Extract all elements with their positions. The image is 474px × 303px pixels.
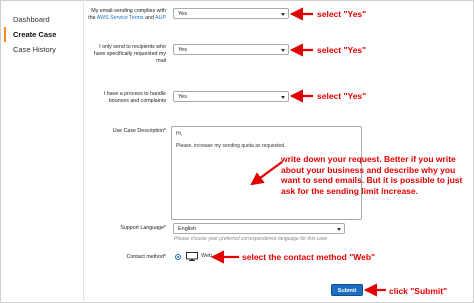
aup-link[interactable]: AUP <box>155 15 166 21</box>
only-send-select-value: Yes <box>178 47 187 53</box>
annotation-write-request: write down your request. Better if you w… <box>281 154 463 196</box>
support-language-label: Support Language* <box>120 225 166 231</box>
annotation-select-yes-2: select "Yes" <box>317 45 367 55</box>
support-language-helper: Please choose your preferred corresponde… <box>174 236 328 242</box>
annotation-select-yes-3: select "Yes" <box>317 91 367 101</box>
use-case-line-1: Hi, <box>176 131 183 137</box>
support-language-select[interactable]: English <box>173 223 345 234</box>
annotation-click-submit: click "Submit" <box>389 286 448 296</box>
use-case-label: Use Case Description* <box>112 128 166 134</box>
contact-web-radio[interactable] <box>175 254 181 260</box>
monitor-icon <box>186 252 198 261</box>
use-case-line-2: Please, increase my sending quota as req… <box>176 143 286 149</box>
annotation-select-yes-1: select "Yes" <box>317 9 367 19</box>
annotation-select-web: select the contact method "Web" <box>242 252 376 262</box>
compliance-select-value: Yes <box>178 11 187 17</box>
sidebar-nav: Dashboard Create Case Case History <box>4 12 84 57</box>
sidebar-item-create-case[interactable]: Create Case <box>4 27 84 42</box>
bounces-select[interactable]: Yes <box>173 91 289 102</box>
chevron-down-icon <box>281 96 285 99</box>
only-send-label: I only send to recipients who have speci… <box>93 44 166 64</box>
bounces-select-value: Yes <box>178 94 187 100</box>
sidebar-divider <box>83 0 84 303</box>
sidebar-item-case-history[interactable]: Case History <box>4 42 84 57</box>
bounces-label: I have a process to handle bounces and c… <box>103 91 166 104</box>
contact-web-label: Web <box>201 253 213 259</box>
submit-button[interactable]: Submit <box>331 284 363 296</box>
chevron-down-icon <box>281 49 285 52</box>
chevron-down-icon <box>281 13 285 16</box>
aws-service-terms-link[interactable]: AWS Service Terms <box>97 15 144 21</box>
compliance-select[interactable]: Yes <box>173 8 289 19</box>
compliance-label: My email-sending complies with the AWS S… <box>88 8 166 22</box>
support-language-value: English <box>178 226 197 232</box>
only-send-select[interactable]: Yes <box>173 44 289 55</box>
sidebar-item-dashboard[interactable]: Dashboard <box>4 12 84 27</box>
chevron-down-icon <box>337 228 341 231</box>
compliance-label-and: and <box>143 15 156 21</box>
contact-method-label: Contact method* <box>126 254 166 260</box>
